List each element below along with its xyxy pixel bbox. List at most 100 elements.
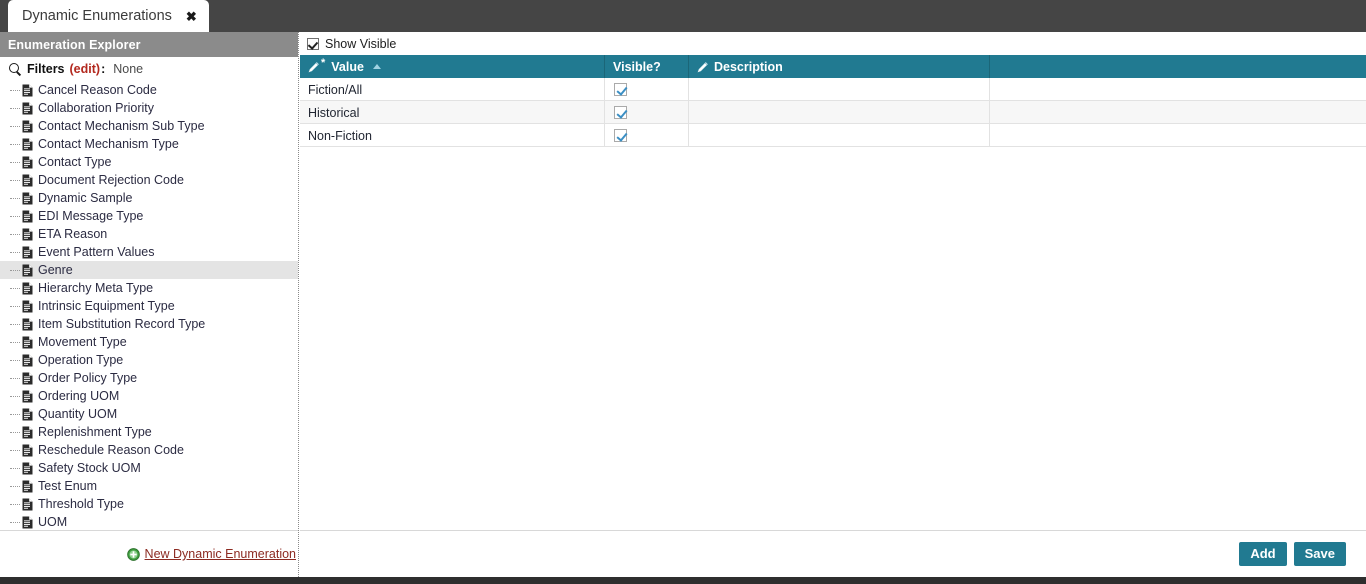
tree-item-label: Collaboration Priority	[38, 101, 155, 115]
tree-item-item-substitution-record-type[interactable]: Item Substitution Record Type	[0, 315, 298, 333]
tree-item-test-enum[interactable]: Test Enum	[0, 477, 298, 495]
bottom-bar	[0, 577, 1366, 584]
tree-connector	[10, 287, 20, 289]
tree-item-label: Dynamic Sample	[38, 191, 133, 205]
filters-edit-link[interactable]: (edit)	[70, 62, 101, 76]
tree-item-threshold-type[interactable]: Threshold Type	[0, 495, 298, 513]
table-row[interactable]: Fiction/All	[300, 78, 1366, 101]
document-icon	[22, 282, 33, 295]
document-icon	[22, 174, 33, 187]
column-header-value[interactable]: * Value	[300, 55, 605, 78]
tree-item-hierarchy-meta-type[interactable]: Hierarchy Meta Type	[0, 279, 298, 297]
cell-value[interactable]: Non-Fiction	[300, 124, 605, 147]
visible-checkbox[interactable]	[614, 83, 627, 96]
tree-item-cancel-reason-code[interactable]: Cancel Reason Code	[0, 81, 298, 99]
tree-connector	[10, 125, 20, 127]
tree-connector	[10, 413, 20, 415]
document-icon	[22, 246, 33, 259]
document-icon	[22, 444, 33, 456]
table-row[interactable]: Historical	[300, 101, 1366, 124]
tree-connector	[10, 215, 20, 217]
tab-label: Dynamic Enumerations	[22, 8, 172, 24]
tree-item-replenishment-type[interactable]: Replenishment Type	[0, 423, 298, 441]
tree-item-document-rejection-code[interactable]: Document Rejection Code	[0, 171, 298, 189]
document-icon	[22, 426, 33, 438]
add-button[interactable]: Add	[1239, 541, 1287, 567]
tree-item-label: Contact Mechanism Sub Type	[38, 119, 205, 133]
tree-item-order-policy-type[interactable]: Order Policy Type	[0, 369, 298, 387]
tree-item-edi-message-type[interactable]: EDI Message Type	[0, 207, 298, 225]
tree-connector	[10, 485, 20, 487]
tree-item-contact-mechanism-type[interactable]: Contact Mechanism Type	[0, 135, 298, 153]
tree-item-uom[interactable]: UOM	[0, 513, 298, 530]
tree-item-reschedule-reason-code[interactable]: Reschedule Reason Code	[0, 441, 298, 459]
tree-item-label: Event Pattern Values	[38, 245, 155, 259]
tree-item-safety-stock-uom[interactable]: Safety Stock UOM	[0, 459, 298, 477]
tree-connector	[10, 251, 20, 253]
tree-item-dynamic-sample[interactable]: Dynamic Sample	[0, 189, 298, 207]
visible-checkbox[interactable]	[614, 106, 627, 119]
close-icon[interactable]: ✖	[186, 10, 197, 23]
document-icon	[22, 408, 33, 420]
tree-item-operation-type[interactable]: Operation Type	[0, 351, 298, 369]
cell-description[interactable]	[689, 101, 990, 124]
column-header-description[interactable]: Description	[689, 55, 990, 78]
tree-item-label: Contact Type	[38, 155, 112, 169]
tree-item-eta-reason[interactable]: ETA Reason	[0, 225, 298, 243]
document-icon	[22, 210, 33, 222]
sidebar-header: Enumeration Explorer	[0, 32, 298, 57]
search-icon	[9, 62, 22, 76]
document-icon	[22, 444, 33, 457]
sidebar-header-label: Enumeration Explorer	[8, 37, 141, 52]
document-icon	[22, 354, 33, 366]
visible-checkbox[interactable]	[614, 129, 627, 142]
save-button[interactable]: Save	[1293, 541, 1346, 567]
document-icon	[22, 102, 33, 115]
document-icon	[22, 210, 33, 223]
column-header-visible[interactable]: Visible?	[605, 55, 689, 78]
enumeration-tree[interactable]: Cancel Reason Code Collaboration Priority…	[0, 81, 298, 530]
tree-item-label: Item Substitution Record Type	[38, 317, 206, 331]
tree-item-label: UOM	[38, 515, 68, 529]
cell-value[interactable]: Fiction/All	[300, 78, 605, 101]
new-dynamic-enumeration-link[interactable]: New Dynamic Enumeration	[126, 547, 296, 561]
document-icon	[22, 390, 33, 402]
cell-description[interactable]	[689, 124, 990, 147]
show-visible-checkbox[interactable]	[307, 37, 319, 50]
sort-ascending-icon	[372, 64, 381, 69]
tree-item-ordering-uom[interactable]: Ordering UOM	[0, 387, 298, 405]
cell-visible	[605, 124, 689, 147]
tree-item-event-pattern-values[interactable]: Event Pattern Values	[0, 243, 298, 261]
tree-connector	[10, 467, 20, 469]
tree-item-label: Threshold Type	[38, 497, 124, 511]
tree-item-label: EDI Message Type	[38, 209, 144, 223]
required-asterisk: *	[321, 57, 326, 69]
tree-connector	[10, 269, 20, 271]
tree-connector	[10, 359, 20, 361]
tree-item-contact-mechanism-sub-type[interactable]: Contact Mechanism Sub Type	[0, 117, 298, 135]
cell-value[interactable]: Historical	[300, 101, 605, 124]
tree-item-label: Movement Type	[38, 335, 127, 349]
document-icon	[22, 192, 33, 205]
tree-item-quantity-uom[interactable]: Quantity UOM	[0, 405, 298, 423]
show-visible-row: Show Visible	[300, 32, 1366, 55]
tree-item-collaboration-priority[interactable]: Collaboration Priority	[0, 99, 298, 117]
tree-item-genre[interactable]: Genre	[0, 261, 298, 279]
enumeration-explorer-sidebar: Enumeration Explorer Filters (edit) : No…	[0, 32, 299, 577]
filters-row: Filters (edit) : None	[0, 57, 298, 81]
tree-item-label: Safety Stock UOM	[38, 461, 141, 475]
document-icon	[22, 336, 33, 348]
tab-dynamic-enumerations[interactable]: Dynamic Enumerations ✖	[8, 0, 209, 32]
tree-item-intrinsic-equipment-type[interactable]: Intrinsic Equipment Type	[0, 297, 298, 315]
cell-description[interactable]	[689, 78, 990, 101]
document-icon	[22, 318, 33, 330]
tree-connector	[10, 233, 20, 235]
tree-item-label: Hierarchy Meta Type	[38, 281, 154, 295]
tree-item-label: Ordering UOM	[38, 389, 120, 403]
tree-item-movement-type[interactable]: Movement Type	[0, 333, 298, 351]
table-row[interactable]: Non-Fiction	[300, 124, 1366, 147]
document-icon	[22, 264, 33, 276]
document-icon	[22, 516, 33, 528]
tree-connector	[10, 449, 20, 451]
tree-item-contact-type[interactable]: Contact Type	[0, 153, 298, 171]
